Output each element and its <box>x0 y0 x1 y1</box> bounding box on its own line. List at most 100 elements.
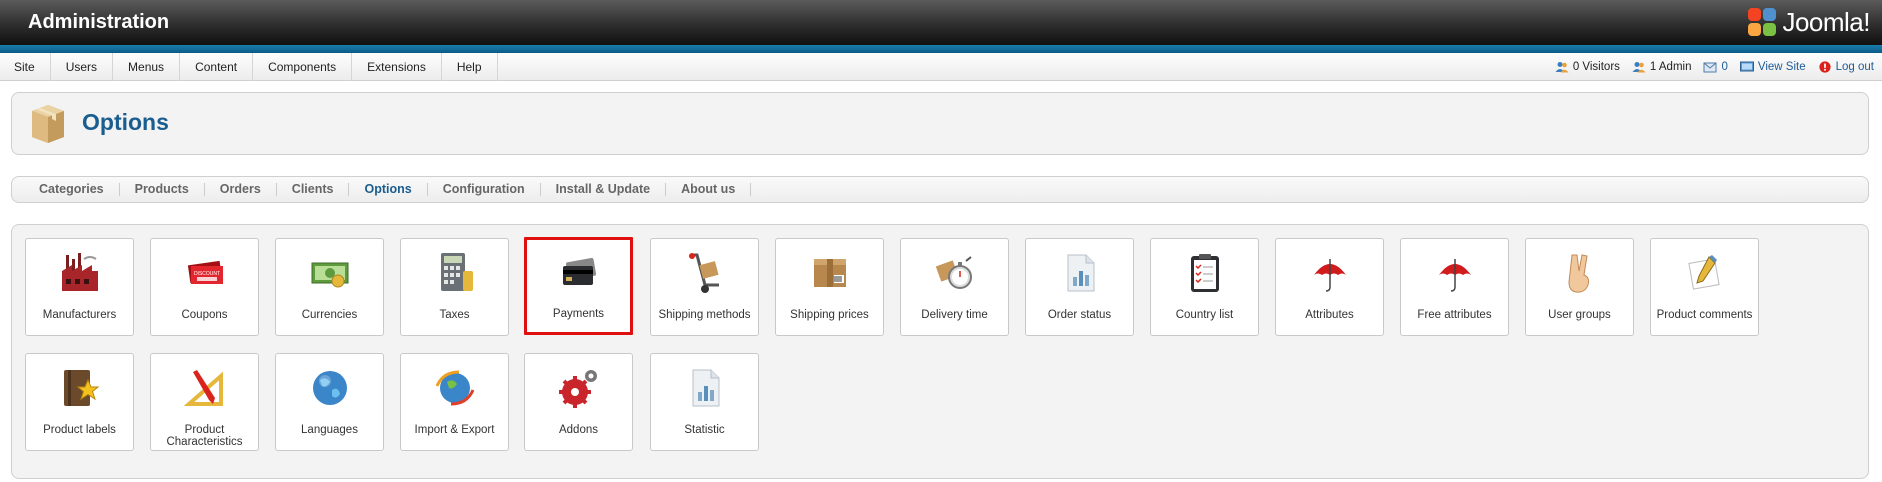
tile-label: Statistic <box>684 424 725 436</box>
tile-shipping-prices[interactable]: Shipping prices <box>775 238 884 336</box>
umbrella-icon <box>1438 259 1471 292</box>
tile-delivery-time[interactable]: Delivery time <box>900 238 1009 336</box>
globe-icon <box>312 371 347 405</box>
menu-help[interactable]: Help <box>442 53 498 81</box>
admins-count: 1 Admin <box>1649 61 1692 73</box>
tile-attributes[interactable]: Attributes <box>1275 238 1384 336</box>
tile-label: Manufacturers <box>42 309 117 321</box>
tile-languages[interactable]: Languages <box>275 353 384 451</box>
tile-addons[interactable]: Addons <box>524 353 633 451</box>
tile-label: Free attributes <box>1417 309 1492 321</box>
document-chart-icon <box>1067 254 1094 292</box>
submenu-install-update[interactable]: Install & Update <box>541 183 667 196</box>
credit-card-icon <box>562 258 596 285</box>
tile-label: Shipping prices <box>790 309 869 321</box>
joomla-logo-text: Joomla! <box>1782 6 1870 37</box>
tile-product-characteristics[interactable]: Product Characteristics <box>150 353 259 451</box>
tile-country-list[interactable]: Country list <box>1150 238 1259 336</box>
tile-label: Order status <box>1047 309 1112 321</box>
users-icon <box>1632 62 1646 73</box>
package-icon <box>813 259 846 287</box>
page-title: Options <box>82 109 169 135</box>
tile-product-labels[interactable]: Product labels <box>25 353 134 451</box>
header-title: Administration <box>28 11 170 33</box>
options-grid-panel: Manufacturers DISCOUNT Coupons Currencie… <box>11 224 1869 479</box>
tile-import-export[interactable]: Import & Export <box>400 353 509 451</box>
document-chart-icon <box>692 369 719 407</box>
view-site-link[interactable]: View Site <box>1739 61 1806 73</box>
menu-extensions[interactable]: Extensions <box>352 53 442 81</box>
joomla-logo[interactable]: Joomla! <box>1746 5 1870 39</box>
tile-label: Addons <box>558 424 598 436</box>
star-book-icon <box>63 370 99 406</box>
tile-label: Import & Export <box>414 424 495 436</box>
header-stripe <box>0 45 1882 53</box>
visitors-status: 0 Visitors <box>1555 61 1620 73</box>
calculator-icon <box>440 253 473 291</box>
visitors-count: 0 Visitors <box>1572 61 1620 73</box>
tile-label: Taxes <box>439 309 470 321</box>
tile-product-comments[interactable]: Product comments <box>1650 238 1759 336</box>
tile-coupons[interactable]: DISCOUNT Coupons <box>150 238 259 336</box>
coupon-icon: DISCOUNT <box>187 260 223 284</box>
submenu-orders[interactable]: Orders <box>205 183 277 196</box>
tile-label: Product comments <box>1656 309 1753 321</box>
tile-label: Country list <box>1175 309 1234 321</box>
submenu-clients[interactable]: Clients <box>277 183 350 196</box>
view-site-label: View Site <box>1757 61 1806 73</box>
tile-free-attributes[interactable]: Free attributes <box>1400 238 1509 336</box>
main-menu-bar: Site Users Menus Content Components Exte… <box>0 53 1882 81</box>
tile-payments[interactable]: Payments <box>524 237 633 335</box>
users-icon <box>1555 62 1569 73</box>
menu-site[interactable]: Site <box>0 53 51 81</box>
hand-truck-icon <box>688 253 719 293</box>
menu-components[interactable]: Components <box>253 53 353 81</box>
gears-icon <box>558 370 597 408</box>
submenu-categories[interactable]: Categories <box>24 183 120 196</box>
menu-users[interactable]: Users <box>51 53 114 81</box>
tile-currencies[interactable]: Currencies <box>275 238 384 336</box>
joomla-logo-icon <box>1746 6 1778 38</box>
globe-arrows-icon <box>435 370 474 406</box>
logout-label: Log out <box>1835 61 1874 73</box>
tile-label: Currencies <box>301 309 358 321</box>
money-icon <box>311 262 348 288</box>
status-bar: 0 Visitors 1 Admin 0 View Site Log out <box>1555 53 1874 81</box>
submenu-configuration[interactable]: Configuration <box>428 183 541 196</box>
tile-shipping-methods[interactable]: Shipping methods <box>650 238 759 336</box>
victory-hand-icon <box>1567 254 1589 293</box>
pencil-ruler-icon <box>183 370 223 406</box>
tile-order-status[interactable]: Order status <box>1025 238 1134 336</box>
menu-menus[interactable]: Menus <box>113 53 181 81</box>
logout-link[interactable]: Log out <box>1818 61 1874 73</box>
note-pencil-icon <box>1687 255 1720 290</box>
page-header-panel: Options <box>11 92 1869 155</box>
submenu-about-us[interactable]: About us <box>666 183 752 196</box>
tile-label: Attributes <box>1305 309 1354 321</box>
monitor-icon <box>1739 61 1754 72</box>
tile-manufacturers[interactable]: Manufacturers <box>25 238 134 336</box>
admin-header: Administration Joomla! <box>0 0 1882 45</box>
messages-link[interactable]: 0 <box>1703 61 1728 73</box>
tile-label: Coupons <box>181 309 228 321</box>
menu-content[interactable]: Content <box>180 53 254 81</box>
factory-icon <box>61 253 98 291</box>
component-submenu: Categories Products Orders Clients Optio… <box>11 176 1869 203</box>
messages-count: 0 <box>1721 61 1728 73</box>
svg-text:DISCOUNT: DISCOUNT <box>193 271 219 277</box>
tile-label: Shipping methods <box>658 309 751 321</box>
tile-label: Languages <box>301 424 358 436</box>
tile-label: Product labels <box>43 424 116 436</box>
logout-icon <box>1819 61 1831 73</box>
submenu-options[interactable]: Options <box>349 183 428 196</box>
tile-statistic[interactable]: Statistic <box>650 353 759 451</box>
tile-label: Product Characteristics <box>166 424 243 448</box>
tile-user-groups[interactable]: User groups <box>1525 238 1634 336</box>
tile-label: User groups <box>1548 309 1611 321</box>
tile-label: Delivery time <box>921 309 988 321</box>
submenu-products[interactable]: Products <box>120 183 205 196</box>
stopwatch-icon <box>935 256 972 289</box>
tile-taxes[interactable]: Taxes <box>400 238 509 336</box>
tile-label: Payments <box>552 308 605 320</box>
mail-icon <box>1703 62 1717 73</box>
